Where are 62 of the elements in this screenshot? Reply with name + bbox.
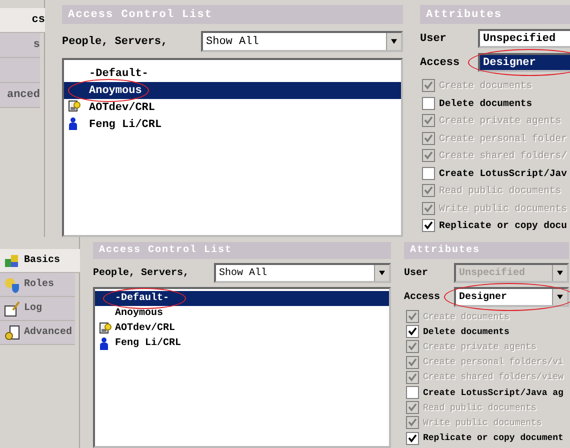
filter-dropdown[interactable]: Show All [201, 31, 403, 52]
option-label: Create documents [423, 312, 510, 322]
option-label: Write public documents [439, 202, 567, 214]
nav-tab[interactable]: Advanced [0, 321, 75, 345]
section-header: Access Control List [62, 5, 403, 24]
checkbox[interactable] [406, 325, 419, 338]
option-label: Create shared folders/ [439, 150, 567, 162]
checkbox[interactable] [422, 219, 435, 232]
acl-entry[interactable]: -Default- [64, 65, 401, 82]
acl-entry[interactable]: AOTdev/CRL [95, 321, 389, 336]
person-icon [68, 117, 78, 130]
option-label: Create LotusScript/Java ag [423, 388, 564, 398]
section-header: Access Control List [93, 242, 391, 259]
nav-tab[interactable]: Roles [0, 273, 75, 297]
acl-entry[interactable]: AOTdev/CRL [64, 99, 401, 116]
option-label: Create shared folders/view [423, 372, 564, 382]
nav-tab[interactable]: Log [0, 297, 75, 321]
filter-label: People, Servers, [62, 36, 168, 48]
access-dropdown[interactable]: Designer [478, 53, 570, 72]
checkbox[interactable] [406, 432, 419, 445]
book-pen-icon [4, 300, 20, 316]
nav-tab[interactable]: cs [0, 8, 45, 33]
access-label: Access [420, 56, 461, 68]
option-label: Create documents [439, 80, 532, 92]
section-header: Attributes [404, 242, 569, 259]
server-key-icon [68, 100, 81, 113]
option-label: Create private agents [439, 115, 562, 126]
user-label: User [404, 268, 430, 278]
user-dropdown[interactable]: Unspecified [478, 29, 570, 48]
option-label: Write public documents [423, 418, 542, 428]
option-label: Create personal folders/vi [423, 357, 564, 368]
squares-icon [4, 252, 20, 268]
nav-tab[interactable]: anced [0, 83, 40, 108]
nav-tab[interactable]: s [0, 33, 40, 58]
server-key-icon [99, 322, 112, 335]
option-label: Replicate or copy document [423, 433, 564, 444]
option-label: Create personal folder [439, 132, 567, 144]
acl-entry[interactable]: Feng Li/CRL [95, 336, 389, 351]
nav-tab[interactable]: Basics [0, 249, 80, 273]
checkbox[interactable] [406, 386, 419, 400]
option-label: Read public documents [423, 402, 536, 413]
option-label: Read public documents [439, 185, 562, 196]
checkbox[interactable] [422, 166, 435, 180]
option-label: Replicate or copy docu [439, 220, 567, 232]
acl-entry[interactable]: -Default- [95, 291, 389, 306]
checkbox[interactable] [422, 96, 435, 110]
option-label: Delete documents [439, 98, 532, 109]
filter-label: People, Servers, [93, 268, 190, 278]
option-label: Create LotusScript/Jav [439, 168, 567, 179]
access-label: Access [404, 292, 442, 302]
masks-shield-icon [4, 276, 20, 292]
person-icon [99, 337, 109, 350]
user-label: User [420, 32, 448, 44]
acl-entry[interactable]: Anoymous [64, 82, 401, 99]
acl-entry[interactable]: Feng Li/CRL [64, 116, 401, 133]
access-dropdown[interactable]: Designer [454, 287, 569, 307]
option-label: Create private agents [423, 342, 536, 352]
key-document-icon [4, 324, 20, 340]
acl-entry[interactable]: Anoymous [95, 306, 389, 321]
option-label: Delete documents [423, 326, 510, 337]
section-header: Attributes [420, 5, 570, 24]
filter-dropdown[interactable]: Show All [214, 263, 391, 283]
